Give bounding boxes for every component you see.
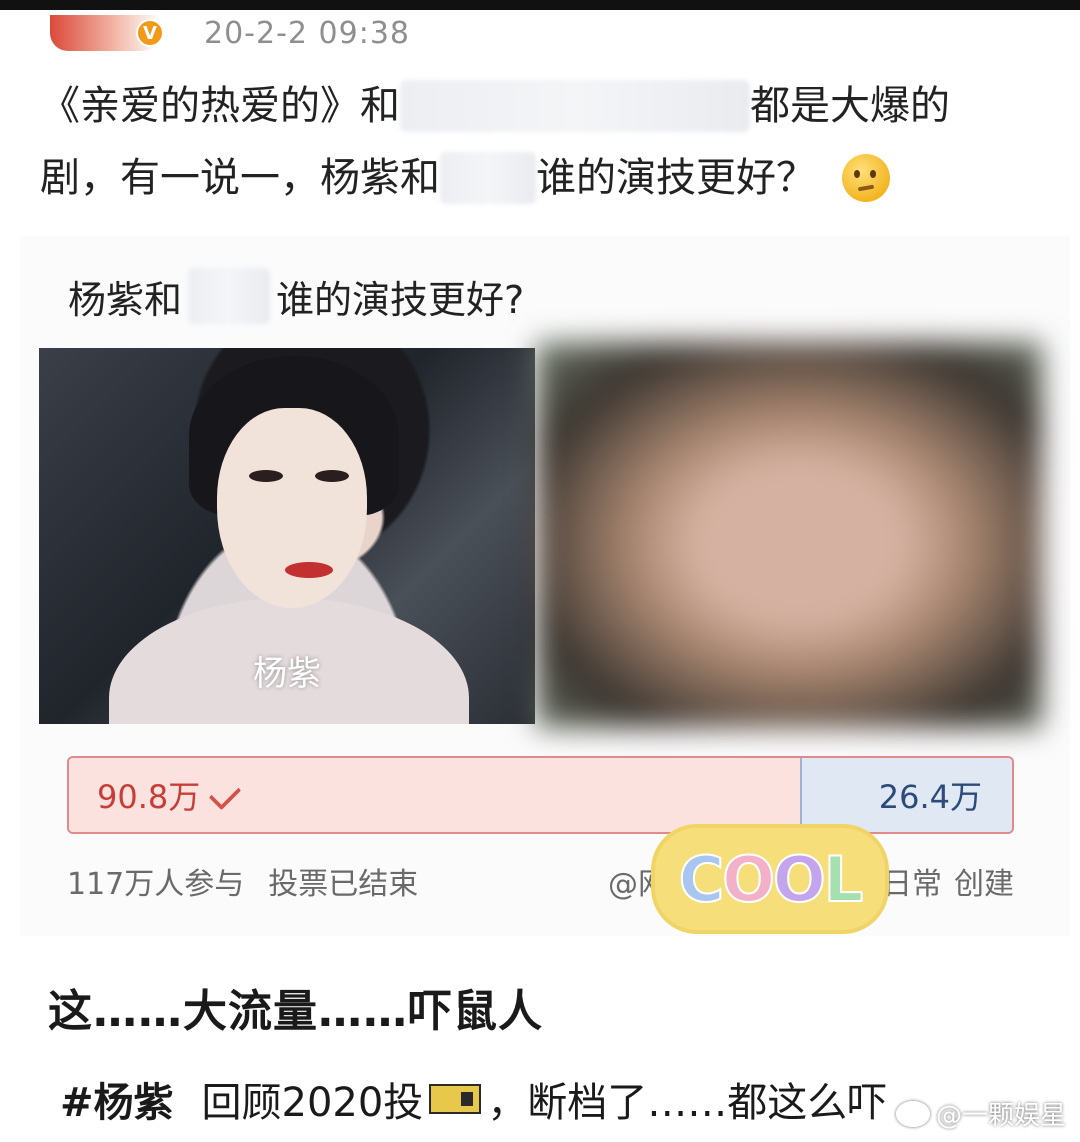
post-header: V 20-2-2 09:38 (40, 10, 1040, 56)
post-text-segment: 《亲爱的热爱的》和 (40, 83, 400, 129)
blurred-name (188, 268, 271, 324)
headline: 这……大流量……吓鼠人 (48, 986, 543, 1037)
sticker-letter: O (772, 842, 827, 917)
creator-mention-suffix: 日常 (882, 867, 942, 902)
poll-status: 投票已结束 (268, 867, 419, 902)
thinking-emoji-icon (842, 154, 890, 202)
sticker-letter: O (721, 842, 776, 917)
ticket-emoji-icon (429, 1084, 482, 1114)
photo-shape (217, 408, 367, 608)
photo-shape (249, 470, 283, 482)
sticker-letter: L (823, 842, 864, 917)
poll-question: 杨紫和 谁的演技更好? (68, 266, 524, 326)
poll-result-bar: 90.8万 26.4万 (67, 756, 1014, 834)
top-edge-bar (0, 0, 1080, 10)
cool-sticker: C O O L (655, 828, 885, 930)
post-line-1: 《亲爱的热爱的》和 都是大爆的 (40, 70, 1040, 142)
bottom-caption: #杨紫 回顾2020投 ，断档了……都这么吓 (60, 1070, 887, 1128)
post-line-2: 剧，有一说一，杨紫和 谁的演技更好？ (40, 142, 1040, 214)
poll-option-left-image[interactable]: 杨紫 (39, 348, 535, 724)
avatar[interactable]: V (50, 15, 164, 51)
post-timestamp: 20-2-2 09:38 (204, 15, 410, 51)
poll-card[interactable]: 杨紫和 谁的演技更好? 杨紫 90.8万 26.4万 117万人参与 投票已结束… (20, 236, 1070, 936)
verified-badge-icon: V (136, 19, 164, 47)
post-body: 《亲爱的热爱的》和 都是大爆的 剧，有一说一，杨紫和 谁的演技更好？ (40, 70, 1040, 214)
post-text-segment: 都是大爆的 (750, 83, 950, 129)
watermark-text: @一颗娱星 (935, 1101, 1066, 1131)
blurred-name (400, 80, 750, 132)
left-vote-count: 90.8万 (97, 778, 201, 816)
post-text-segment: 谁的演技更好？ (536, 155, 816, 201)
caption-segment: ，断档了……都这么吓 (487, 1080, 888, 1126)
right-vote-count: 26.4万 (878, 778, 982, 816)
caption-segment: 回顾2020投 (201, 1080, 424, 1126)
poll-question-segment: 谁的演技更好? (276, 277, 525, 322)
weibo-logo-icon (895, 1100, 930, 1127)
poll-option-right-image-blurred[interactable] (536, 342, 1042, 728)
checkmark-icon (210, 776, 248, 814)
sticker-letter: C (678, 842, 725, 917)
photo-shape (285, 562, 333, 578)
hashtag-link[interactable]: #杨紫 (60, 1070, 174, 1128)
created-label: 创建 (954, 867, 1014, 902)
post-text-segment: 剧，有一说一，杨紫和 (40, 155, 440, 201)
participant-count: 117万人参与 (67, 867, 245, 902)
photo-shape (315, 470, 349, 482)
poll-result-right: 26.4万 (799, 758, 1012, 832)
poll-question-segment: 杨紫和 (68, 277, 183, 322)
blurred-name (440, 152, 536, 204)
poll-result-left: 90.8万 (69, 758, 800, 832)
poll-option-left-label: 杨紫 (253, 654, 321, 694)
watermark: @一颗娱星 (895, 1095, 1066, 1132)
